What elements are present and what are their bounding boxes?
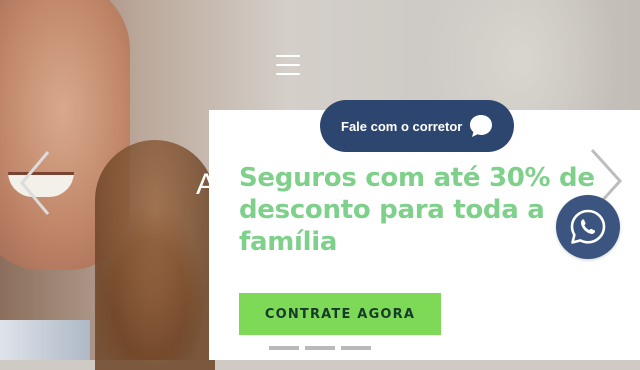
whatsapp-button[interactable] [556, 195, 620, 259]
pagination-dot[interactable] [305, 346, 335, 350]
hero-photo-shirt [0, 320, 90, 360]
whatsapp-icon [570, 209, 606, 244]
chat-bubble-icon [470, 115, 493, 137]
fale-com-corretor-label: Fale com o corretor [341, 118, 463, 134]
hamburger-menu-icon[interactable] [276, 55, 300, 75]
slide-pagination [269, 346, 371, 350]
pagination-dot[interactable] [269, 346, 299, 350]
contrate-agora-button[interactable]: CONTRATE AGORA [239, 293, 441, 335]
pagination-dot[interactable] [341, 346, 371, 350]
fale-com-corretor-button[interactable]: Fale com o corretor [320, 100, 514, 152]
chevron-left-icon[interactable] [18, 150, 52, 216]
